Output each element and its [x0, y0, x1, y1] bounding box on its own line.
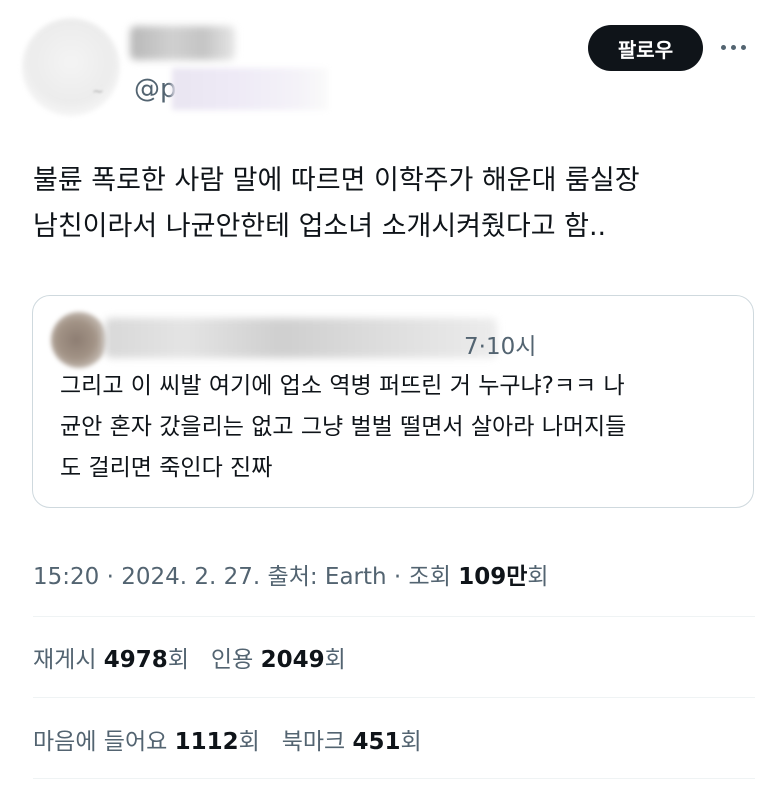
quotes-stat[interactable]: 인용 2049회 — [211, 647, 346, 673]
retweets-label: 재게시 — [33, 647, 97, 673]
author-handle[interactable]: @p — [134, 74, 177, 104]
more-dot — [741, 44, 746, 50]
bookmarks-stat[interactable]: 북마크 451회 — [282, 729, 422, 755]
quoted-tweet[interactable]: 7·10시 그리고 이 씨발 여기에 업소 역병 퍼뜨린 거 누구냐?ㅋㅋ 나 … — [32, 295, 754, 508]
avatar-badge: ~ — [92, 84, 104, 100]
quotes-suffix: 회 — [324, 647, 346, 673]
quoted-text-line: 균안 혼자 갔을리는 없고 그냥 벌벌 떨면서 살아라 나머지들 — [60, 414, 627, 440]
likes-label: 마음에 들어요 — [33, 729, 168, 755]
quotes-label: 인용 — [210, 647, 254, 673]
follow-button[interactable]: 팔로우 — [588, 25, 703, 71]
tweet-text-line: 불륜 폭로한 사람 말에 따르면 이학주가 해운대 룸실장 — [33, 165, 640, 196]
quoted-author-avatar — [51, 312, 107, 368]
tweet-meta: 15:20 · 2024. 2. 27. 출처: Earth · 조회 109만… — [33, 557, 549, 591]
divider — [33, 778, 755, 779]
tweet-header: ~ @p 팔로우 — [0, 0, 773, 130]
more-horizontal-icon[interactable] — [721, 34, 753, 60]
quotes-count: 2049 — [260, 647, 325, 673]
tweet-text-line: 남친이라서 나균안한테 업소녀 소개시켜줬다고 함.. — [33, 211, 607, 242]
bookmarks-suffix: 회 — [400, 729, 422, 755]
likes-stat[interactable]: 마음에 들어요 1112회 — [33, 729, 267, 755]
likes-suffix: 회 — [238, 729, 260, 755]
quoted-text-line: 도 걸리면 죽인다 진짜 — [60, 455, 273, 481]
quoted-tweet-text: 그리고 이 씨발 여기에 업소 역병 퍼뜨린 거 누구냐?ㅋㅋ 나 균안 혼자 … — [60, 366, 740, 489]
author-handle-redacted — [172, 68, 328, 110]
separator: · — [99, 564, 122, 590]
author-name-redacted[interactable] — [130, 26, 235, 60]
bookmarks-label: 북마크 — [281, 729, 346, 755]
bookmarks-count: 451 — [352, 729, 401, 755]
more-dot — [721, 44, 726, 50]
divider — [33, 616, 755, 617]
retweets-stat[interactable]: 재게시 4978회 — [33, 647, 196, 673]
quoted-author-name-redacted — [105, 318, 497, 358]
divider — [33, 697, 755, 698]
quoted-text-line: 그리고 이 씨발 여기에 업소 역병 퍼뜨린 거 누구냐?ㅋㅋ 나 — [60, 373, 625, 399]
views-label: 조회 — [408, 564, 451, 590]
tweet-time[interactable]: 15:20 — [33, 564, 99, 590]
separator: · — [386, 564, 409, 590]
views-count: 109만 — [458, 564, 528, 590]
author-avatar[interactable] — [22, 18, 120, 116]
retweets-count: 4978 — [103, 647, 168, 673]
more-dot — [731, 44, 736, 50]
tweet-source: 출처: Earth — [267, 564, 387, 590]
tweet-text: 불륜 폭로한 사람 말에 따르면 이학주가 해운대 룸실장 남친이라서 나균안한… — [33, 158, 743, 250]
engagement-row-1: 재게시 4978회 인용 2049회 — [33, 640, 346, 674]
views-suffix: 회 — [527, 564, 549, 590]
retweets-suffix: 회 — [167, 647, 189, 673]
tweet-date[interactable]: 2024. 2. 27. — [121, 564, 260, 590]
engagement-row-2: 마음에 들어요 1112회 북마크 451회 — [33, 722, 422, 756]
likes-count: 1112 — [174, 729, 239, 755]
quoted-tweet-time: 7·10시 — [464, 334, 537, 360]
